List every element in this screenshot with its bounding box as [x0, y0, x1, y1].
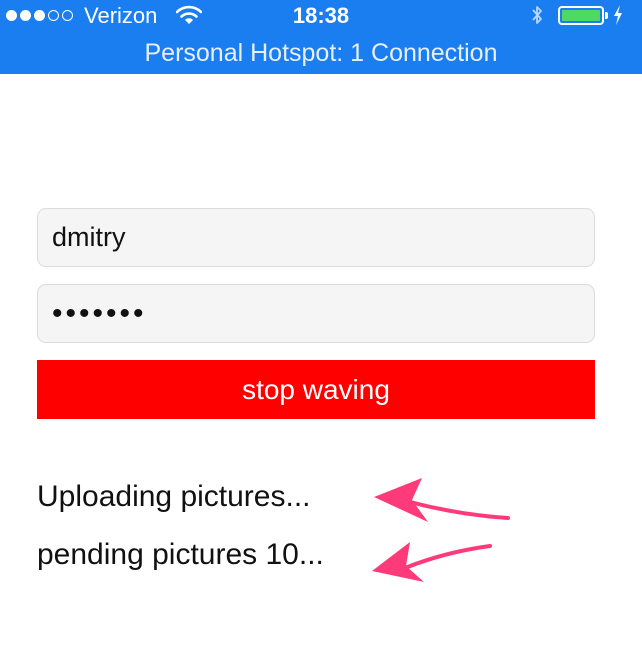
arrow-to-pending-icon [372, 542, 492, 582]
status-row: Verizon 18:38 [0, 0, 642, 32]
stop-waving-label: stop waving [242, 373, 390, 405]
password-value: ••••••• [52, 296, 147, 330]
arrow-to-uploading-icon [374, 478, 510, 522]
password-field[interactable]: ••••••• [37, 284, 595, 343]
status-time: 18:38 [292, 3, 350, 28]
stop-waving-button[interactable]: stop waving [37, 360, 595, 419]
uploading-status-text: Uploading pictures... [37, 480, 311, 513]
battery-level [562, 10, 600, 21]
status-bar: Verizon 18:38 Personal Hotspot: 1 Connec… [0, 0, 642, 74]
personal-hotspot-banner[interactable]: Personal Hotspot: 1 Connection [0, 37, 642, 69]
app-screen: Verizon 18:38 Personal Hotspot: 1 Connec… [0, 0, 642, 652]
charging-bolt-icon [614, 5, 622, 25]
bluetooth-icon [532, 6, 542, 24]
annotation-arrows [372, 478, 510, 582]
battery-tip [605, 12, 608, 19]
battery-icon [558, 6, 604, 25]
username-field[interactable]: dmitry [37, 208, 595, 267]
pending-status-text: pending pictures 10... [37, 538, 324, 571]
username-value: dmitry [52, 222, 126, 252]
